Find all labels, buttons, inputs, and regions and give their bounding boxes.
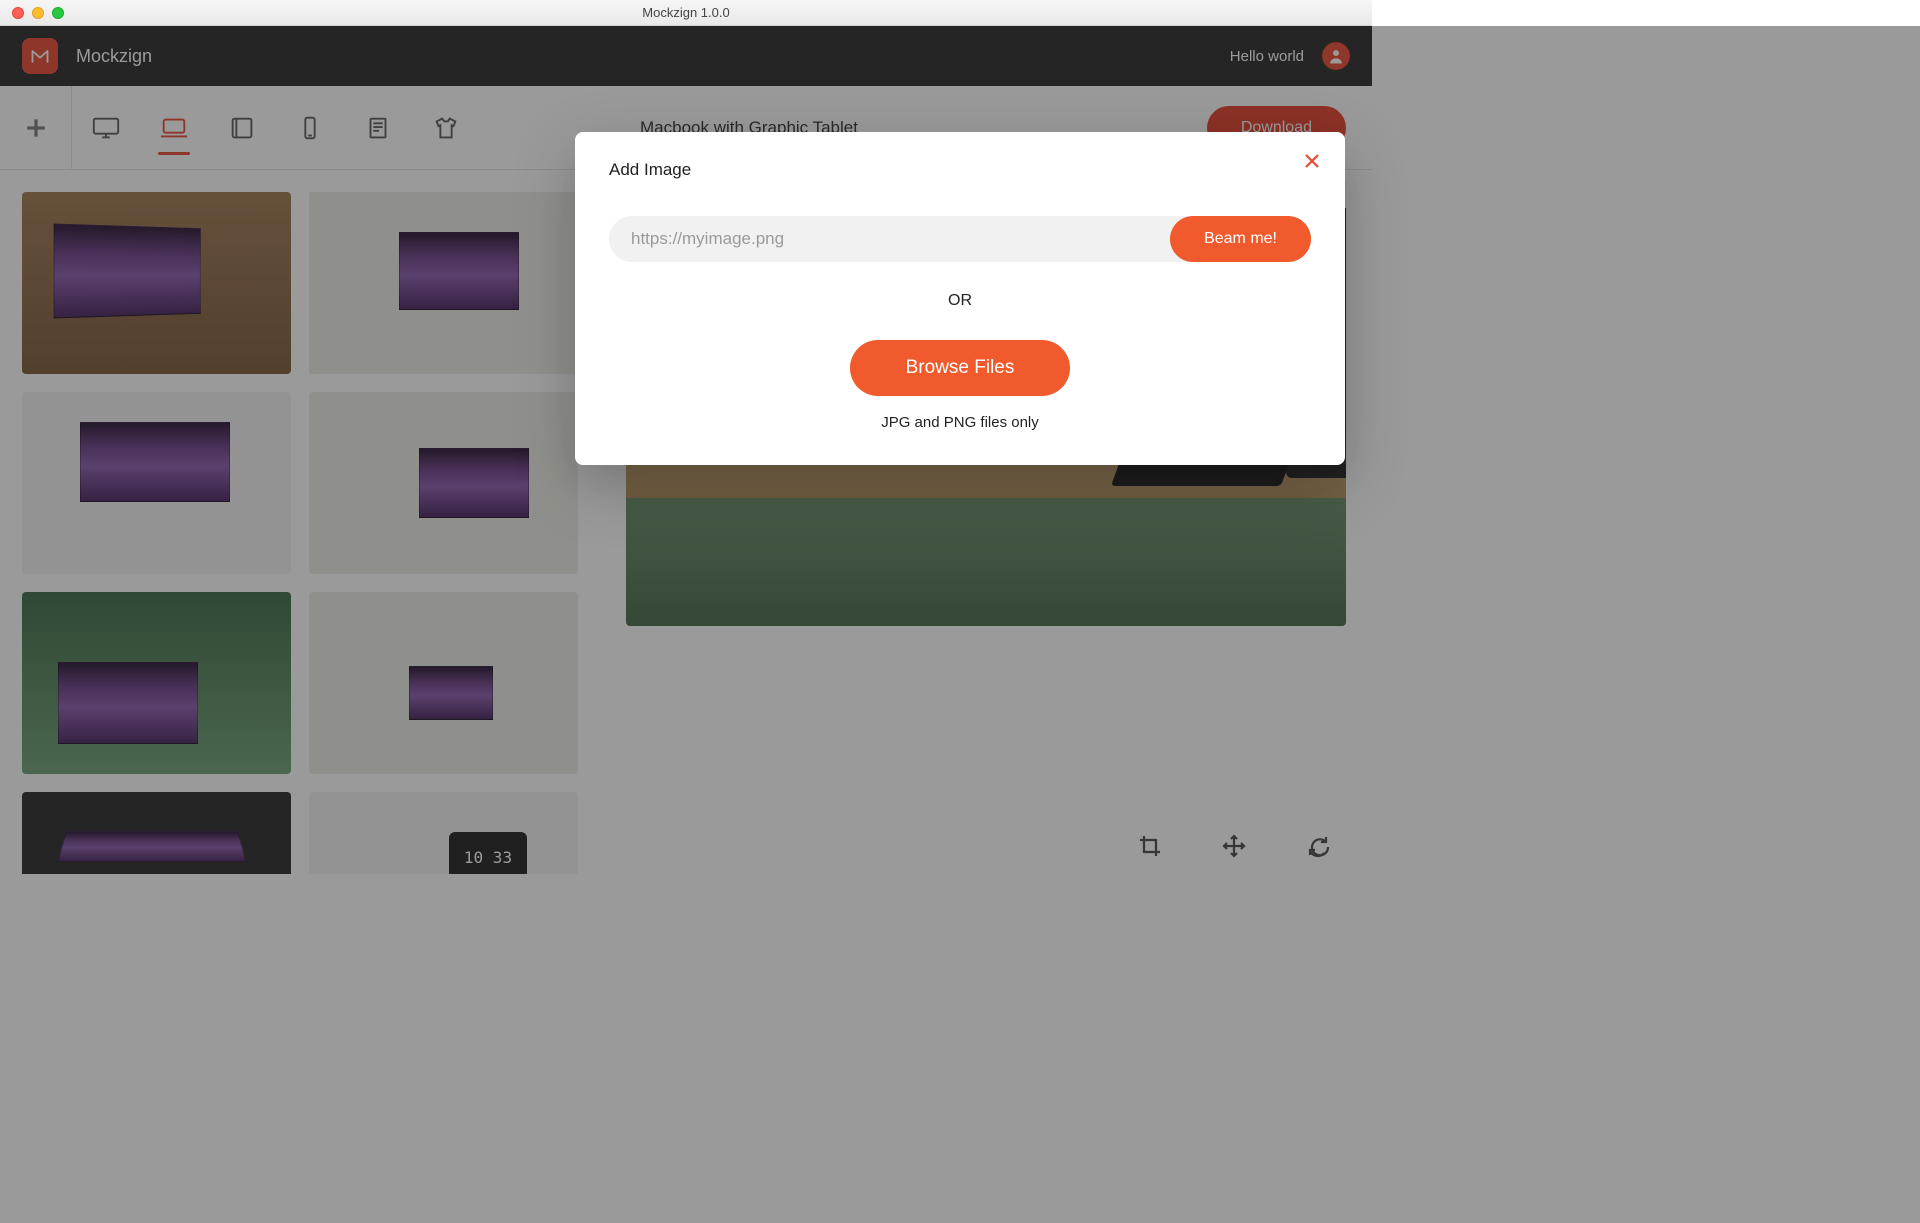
or-divider: OR bbox=[609, 292, 1311, 310]
browse-files-button[interactable]: Browse Files bbox=[850, 340, 1071, 396]
close-icon bbox=[1303, 152, 1321, 170]
url-input-row: Beam me! bbox=[609, 216, 1311, 262]
close-button[interactable] bbox=[1303, 152, 1321, 175]
window-titlebar: Mockzign 1.0.0 bbox=[0, 0, 1372, 26]
beam-button[interactable]: Beam me! bbox=[1170, 216, 1311, 262]
image-url-input[interactable] bbox=[631, 229, 1170, 249]
window-title: Mockzign 1.0.0 bbox=[0, 5, 1372, 20]
add-image-modal: Add Image Beam me! OR Browse Files JPG a… bbox=[575, 132, 1345, 465]
file-type-note: JPG and PNG files only bbox=[609, 414, 1311, 431]
modal-title: Add Image bbox=[609, 160, 1311, 180]
